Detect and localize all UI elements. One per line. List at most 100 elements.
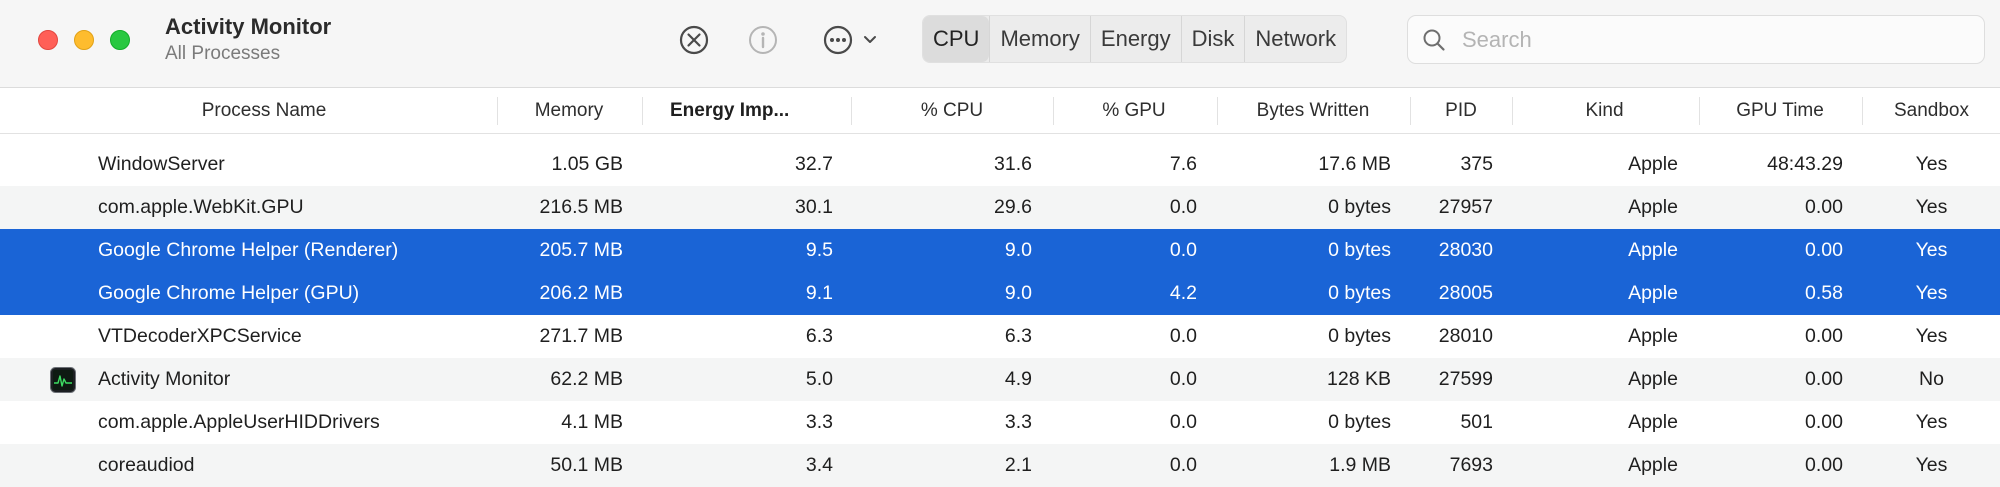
bytes-written-value: 17.6 MB [1318, 153, 1391, 175]
gpu-value: 0.0 [1169, 368, 1197, 390]
gpu-time-value: 0.00 [1805, 196, 1843, 218]
memory-value: 62.2 MB [550, 368, 623, 390]
memory-value: 216.5 MB [539, 196, 623, 218]
stop-process-button[interactable] [674, 20, 714, 60]
stop-process-icon [679, 25, 709, 55]
column-header-kind[interactable]: Kind [1513, 88, 1696, 133]
column-header-process-name[interactable]: Process Name [0, 88, 528, 133]
energy-impact-value: 3.3 [805, 411, 833, 433]
memory-value: 4.1 MB [561, 411, 623, 433]
gpu-value: 0.0 [1169, 239, 1197, 261]
gpu-value: 0.0 [1169, 325, 1197, 347]
process-name: Activity Monitor [98, 368, 231, 390]
table-row-selected[interactable]: Google Chrome Helper (GPU) 206.2 MB 9.1 … [0, 272, 2000, 315]
sandbox-value: Yes [1915, 325, 1948, 347]
bytes-written-value: 0 bytes [1328, 239, 1391, 261]
zoom-window-button[interactable] [110, 30, 130, 50]
minimize-window-button[interactable] [74, 30, 94, 50]
window-subtitle: All Processes [165, 43, 281, 64]
bytes-written-value: 0 bytes [1328, 411, 1391, 433]
process-name: com.apple.AppleUserHIDDrivers [98, 411, 380, 433]
sandbox-value: Yes [1915, 196, 1948, 218]
inspect-process-button[interactable] [743, 20, 783, 60]
pid-value: 28010 [1438, 325, 1493, 347]
gpu-time-value: 0.00 [1805, 325, 1843, 347]
info-icon [749, 26, 777, 54]
table-row[interactable]: Activity Monitor 62.2 MB 5.0 4.9 0.0 128… [0, 358, 2000, 401]
tab-energy[interactable]: Energy [1089, 16, 1181, 62]
gpu-time-value: 0.00 [1805, 239, 1843, 261]
toolbar: Activity Monitor All Processes CPU Memor… [0, 0, 2000, 88]
process-name: com.apple.WebKit.GPU [98, 196, 304, 218]
energy-impact-value: 5.0 [805, 368, 833, 390]
sandbox-value: Yes [1915, 411, 1948, 433]
sandbox-value: Yes [1915, 239, 1948, 261]
sandbox-value: Yes [1915, 282, 1948, 304]
tab-memory[interactable]: Memory [989, 16, 1089, 62]
cpu-value: 31.6 [994, 153, 1032, 175]
cpu-value: 4.9 [1004, 368, 1032, 390]
tab-disk[interactable]: Disk [1180, 16, 1245, 62]
sandbox-value: No [1919, 368, 1944, 390]
process-name: WindowServer [98, 153, 225, 175]
sandbox-value: Yes [1915, 153, 1948, 175]
chevron-down-icon [864, 36, 876, 43]
tab-cpu[interactable]: CPU [923, 16, 990, 62]
column-header-cpu[interactable]: % CPU [852, 88, 1052, 133]
cpu-value: 3.3 [1004, 411, 1032, 433]
memory-value: 50.1 MB [550, 454, 623, 476]
pid-value: 375 [1460, 153, 1493, 175]
column-header-gpu[interactable]: % GPU [1054, 88, 1214, 133]
column-header-energy-impact[interactable]: Energy Imp... [643, 88, 813, 133]
process-name: Google Chrome Helper (Renderer) [98, 239, 399, 261]
close-window-button[interactable] [38, 30, 58, 50]
table-row[interactable]: VTDecoderXPCService 271.7 MB 6.3 6.3 0.0… [0, 315, 2000, 358]
energy-impact-value: 3.4 [805, 454, 833, 476]
table-row[interactable]: WindowServer 1.05 GB 32.7 31.6 7.6 17.6 … [0, 143, 2000, 186]
pid-value: 7693 [1449, 454, 1493, 476]
view-tabs: CPU Memory Energy Disk Network [922, 15, 1348, 63]
column-header-bytes-written[interactable]: Bytes Written [1218, 88, 1408, 133]
table-header: Process Name Memory Energy Imp... % CPU … [0, 88, 2000, 202]
energy-impact-value: 30.1 [795, 196, 833, 218]
table-row[interactable]: com.apple.AppleUserHIDDrivers 4.1 MB 3.3… [0, 401, 2000, 444]
tab-network[interactable]: Network [1244, 16, 1346, 62]
gpu-value: 0.0 [1169, 196, 1197, 218]
gpu-time-value: 48:43.29 [1767, 153, 1843, 175]
gpu-time-value: 0.00 [1805, 454, 1843, 476]
pid-value: 27957 [1438, 196, 1493, 218]
column-header-pid[interactable]: PID [1411, 88, 1511, 133]
more-options-icon [823, 25, 853, 55]
memory-value: 271.7 MB [539, 325, 623, 347]
cpu-value: 6.3 [1004, 325, 1032, 347]
energy-impact-value: 9.5 [805, 239, 833, 261]
cpu-value: 9.0 [1004, 282, 1032, 304]
column-header-gpu-time[interactable]: GPU Time [1700, 88, 1860, 133]
search-icon [1423, 29, 1445, 51]
energy-impact-value: 6.3 [805, 325, 833, 347]
table-row-selected[interactable]: Google Chrome Helper (Renderer) 205.7 MB… [0, 229, 2000, 272]
activity-monitor-app-icon [50, 367, 76, 393]
memory-value: 205.7 MB [539, 239, 623, 261]
pid-value: 28005 [1438, 282, 1493, 304]
column-header-memory[interactable]: Memory [498, 88, 640, 133]
cpu-value: 9.0 [1004, 239, 1032, 261]
table-row[interactable]: com.apple.WebKit.GPU 216.5 MB 30.1 29.6 … [0, 186, 2000, 229]
energy-impact-value: 32.7 [795, 153, 833, 175]
pid-value: 27599 [1438, 368, 1493, 390]
bytes-written-value: 0 bytes [1328, 325, 1391, 347]
energy-impact-value: 9.1 [805, 282, 833, 304]
column-header-sandbox[interactable]: Sandbox [1863, 88, 2000, 133]
search-field[interactable] [1407, 15, 1985, 64]
table-row[interactable]: coreaudiod 50.1 MB 3.4 2.1 0.0 1.9 MB 76… [0, 444, 2000, 487]
gpu-value: 7.6 [1169, 153, 1197, 175]
search-input[interactable] [1460, 24, 1964, 56]
bytes-written-value: 1.9 MB [1329, 454, 1391, 476]
process-name: coreaudiod [98, 454, 195, 476]
cpu-value: 2.1 [1004, 454, 1032, 476]
gpu-time-value: 0.00 [1805, 368, 1843, 390]
cpu-value: 29.6 [994, 196, 1032, 218]
bytes-written-value: 0 bytes [1328, 282, 1391, 304]
memory-value: 1.05 GB [551, 153, 623, 175]
more-options-button[interactable] [815, 20, 885, 60]
